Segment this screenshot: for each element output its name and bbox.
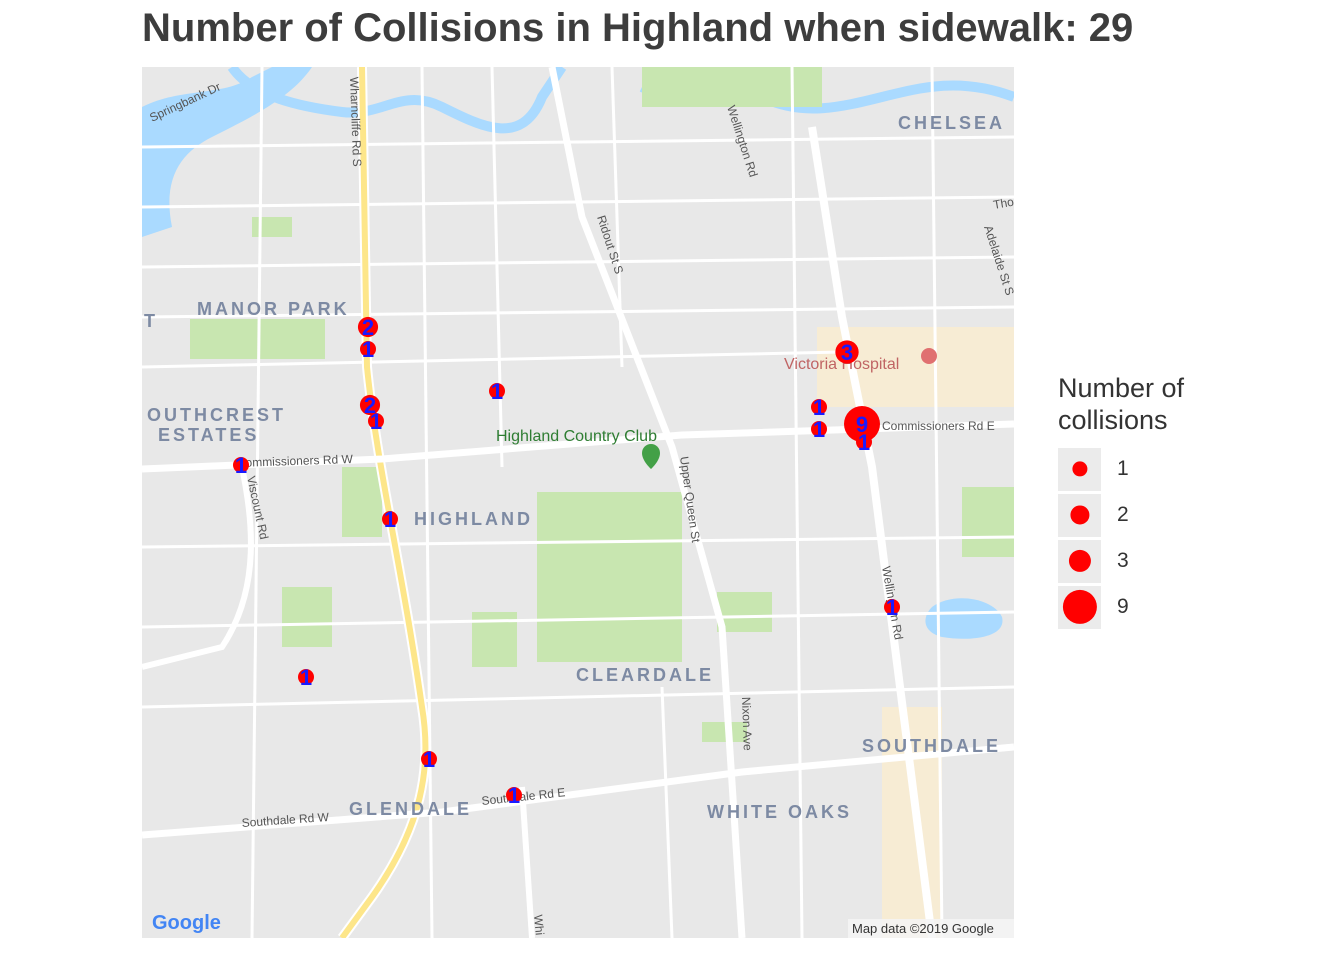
legend-key-row: 2 xyxy=(1058,492,1318,538)
viscount-rd xyxy=(142,466,254,670)
legend-key-dot xyxy=(1069,505,1090,525)
park xyxy=(642,67,822,107)
collision-count-label: 1 xyxy=(508,783,520,808)
legend-key-label: 2 xyxy=(1117,503,1129,526)
label-chelsea: CHELSEA xyxy=(898,113,1005,133)
label-manor-park: MANOR PARK xyxy=(197,299,350,319)
google-logo: Google xyxy=(152,912,221,934)
whi-road xyxy=(519,786,535,938)
label-southcrest: OUTHCREST xyxy=(147,405,286,425)
hospital-icon xyxy=(921,348,937,364)
legend-key-dot xyxy=(1071,461,1088,477)
legend-title-line1: Number of xyxy=(1058,373,1185,403)
legend-key-row: 1 xyxy=(1058,446,1318,492)
label-glendale: GLENDALE xyxy=(349,799,472,819)
collision-count-label: 1 xyxy=(362,337,374,362)
label-cleardale: CLEARDALE xyxy=(576,665,714,685)
road-commissioners-w: Commissioners Rd W xyxy=(237,452,354,470)
collision-count-label: 1 xyxy=(491,379,503,404)
legend-key-label: 9 xyxy=(1117,595,1129,618)
road-nixon: Nixon Ave xyxy=(739,697,755,752)
collision-point: 1 xyxy=(489,379,505,404)
collision-count-label: 3 xyxy=(841,340,853,365)
legend-key-label: 1 xyxy=(1117,457,1129,480)
collision-count-label: 1 xyxy=(384,507,396,532)
label-highland: HIGHLAND xyxy=(414,509,533,529)
map-canvas: CHELSEA MANOR PARK OUTHCREST ESTATES HIG… xyxy=(142,67,1014,938)
collision-point: 1 xyxy=(233,453,249,478)
road-whi: Whi xyxy=(531,914,547,936)
park xyxy=(962,487,1014,557)
label-estates: ESTATES xyxy=(158,425,259,445)
legend-key-swatch xyxy=(1058,493,1101,537)
label-highland-country-club: Highland Country Club xyxy=(496,428,657,445)
collision-count-label: 1 xyxy=(300,665,312,690)
collision-point: 1 xyxy=(421,747,437,772)
road-adelaide: Adelaide St S xyxy=(981,224,1014,297)
collision-count-label: 1 xyxy=(235,453,247,478)
legend-key-swatch xyxy=(1058,539,1101,583)
golf-pin-icon xyxy=(642,444,660,469)
legend-key-swatch xyxy=(1058,447,1101,491)
park xyxy=(537,492,682,662)
label-southdale: SOUTHDALE xyxy=(862,736,1001,756)
road-commissioners-e: Commissioners Rd E xyxy=(882,419,995,433)
legend-key-row: 9 xyxy=(1058,584,1318,630)
road-wharncliffe: Wharncliffe Rd S xyxy=(347,77,364,167)
park xyxy=(252,217,292,237)
park xyxy=(342,467,382,537)
legend-key-dot xyxy=(1062,589,1097,625)
legend-key-label: 3 xyxy=(1117,549,1129,572)
collision-count-label: 1 xyxy=(886,595,898,620)
chart-title: Number of Collisions in Highland when si… xyxy=(142,6,1134,50)
collision-point: 1 xyxy=(811,417,827,442)
legend-key-swatch xyxy=(1058,585,1101,629)
road-thompson: Thompson Rd xyxy=(992,185,1014,212)
map-attribution: Map data ©2019 Google xyxy=(852,921,994,936)
legend-key-dot xyxy=(1068,549,1091,573)
collision-count-label: 1 xyxy=(813,417,825,442)
legend: Number of collisions 1 2 3 9 xyxy=(1058,372,1318,630)
legend-title: Number of collisions xyxy=(1058,372,1318,436)
collision-point: 1 xyxy=(298,665,314,690)
collision-count-label: 1 xyxy=(370,409,382,434)
legend-title-line2: collisions xyxy=(1058,405,1168,435)
map-panel[interactable]: CHELSEA MANOR PARK OUTHCREST ESTATES HIG… xyxy=(142,67,1014,938)
legend-key-row: 3 xyxy=(1058,538,1318,584)
label-white-oaks: WHITE OAKS xyxy=(707,802,852,822)
label-t: T xyxy=(144,311,158,331)
collision-point: 1 xyxy=(360,337,376,362)
collision-point: 1 xyxy=(884,595,900,620)
river xyxy=(142,67,312,237)
collision-count-label: 1 xyxy=(858,430,870,455)
collision-count-label: 1 xyxy=(423,747,435,772)
park xyxy=(282,587,332,647)
collision-point: 1 xyxy=(506,783,522,808)
collision-point: 1 xyxy=(368,409,384,434)
collision-point: 1 xyxy=(382,507,398,532)
legend-keys: 1 2 3 9 xyxy=(1058,446,1318,630)
collision-point: 1 xyxy=(856,430,872,455)
